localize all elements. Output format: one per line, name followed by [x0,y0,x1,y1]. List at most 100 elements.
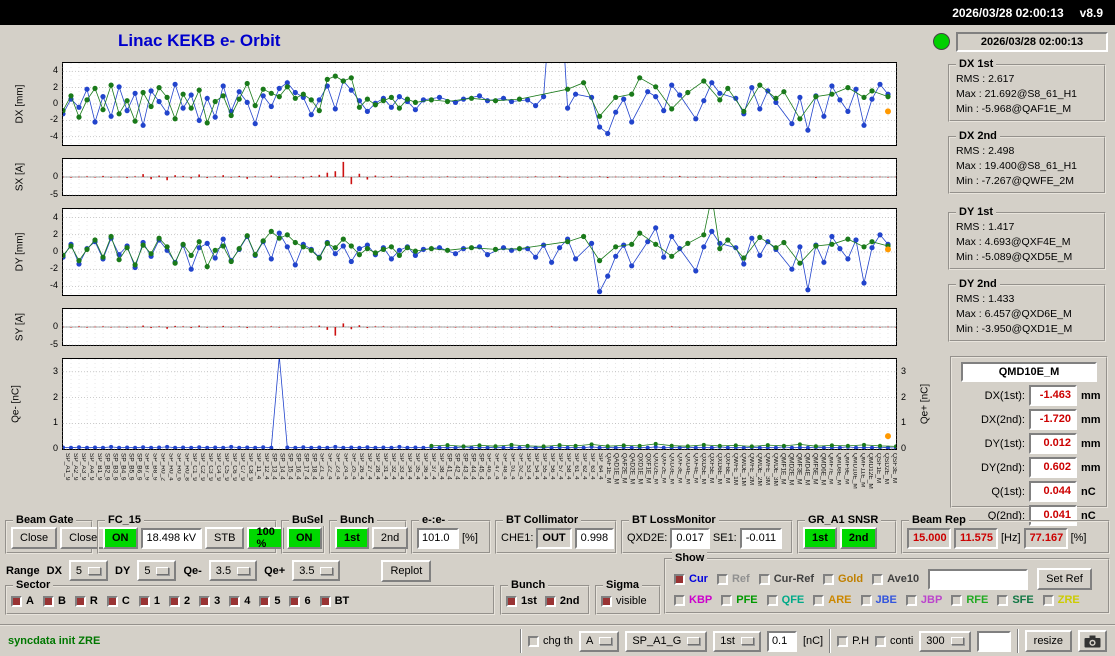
show-cur-ref-checkbox[interactable]: Cur-Ref [759,573,814,585]
bpm-monitor-panel: QMD10E_M DX(1st): -1.463 mm DX(2nd): -1.… [950,356,1108,508]
x-axis-label: QMF1E_M [778,453,786,511]
sector-1-checkbox[interactable]: 1 [139,595,160,607]
qxd2e-value: 0.017 [670,528,710,549]
sector-4-checkbox[interactable]: 4 [229,595,250,607]
range-dx-value: 5 [76,565,82,577]
resize-button[interactable]: resize [1025,630,1072,652]
show-jbp-checkbox[interactable]: JBP [906,594,942,606]
x-axis-label: SP_58_4 [563,453,571,511]
dropdown-indicator-icon [741,637,754,645]
count-select[interactable]: 300 [919,631,970,652]
separator [520,629,522,653]
sector-6-checkbox[interactable]: 6 [289,595,310,607]
checkbox-indicator [717,574,728,585]
x-axis-label: SP_A1_9 [62,453,70,511]
snapshot-camera-button[interactable] [1078,630,1107,652]
show-cur-checkbox[interactable]: Cur [674,573,708,585]
y-tick-label: 0 [901,443,923,454]
bunch-1st-checkbox[interactable]: 1st [506,595,537,607]
fc15-stb-button[interactable]: STB [205,527,244,549]
sector-3-checkbox[interactable]: 3 [199,595,220,607]
show-ref-checkbox[interactable]: Ref [717,573,750,585]
count-input[interactable] [977,631,1011,652]
x-axis-label: QAF1E_M [603,453,611,511]
x-axis-label: SP_44_4 [468,453,476,511]
show-sfe-checkbox[interactable]: SFE [997,594,1033,606]
checkbox-indicator [674,595,685,606]
chg-th-checkbox[interactable]: chg th [528,635,573,647]
checkbox-indicator [107,596,118,607]
checkbox-indicator [951,595,962,606]
gr-snsr-2nd-button[interactable]: 2nd [840,527,878,549]
x-axis-label: SP_A2_9 [70,453,78,511]
checkbox-label: B [58,595,66,607]
se1-value: -0.011 [740,528,782,549]
bunch-select[interactable]: 1st [713,631,761,652]
x-axis-label: SP_B3_9 [110,453,118,511]
show-ave10-checkbox[interactable]: Ave10 [872,573,919,585]
bunch-filter-label: Bunch [508,579,548,591]
x-axis-label: QWDE_2M [754,453,762,511]
ee-ratio-input[interactable] [417,528,459,549]
sector-a-checkbox[interactable]: A [11,595,34,607]
checkbox-label: A [26,595,34,607]
gr-snsr-1st-button[interactable]: 1st [803,527,837,549]
sector-select[interactable]: A [579,631,619,652]
replot-button[interactable]: Replot [381,560,431,582]
show-kbp-checkbox[interactable]: KBP [674,594,712,606]
gr-snsr-group: GR_A1 SNSR 1st 2nd [797,520,897,554]
x-axis-label: SP_34_4 [404,453,412,511]
x-axis-label: SP_45_4 [476,453,484,511]
monitor-row-unit: mm [1081,414,1101,426]
show-gold-checkbox[interactable]: Gold [823,573,863,585]
beam-gate-label: Beam Gate [13,514,76,526]
x-axis-label: QWFE_3M [762,453,770,511]
x-axis-label: QXD4E_M [682,453,690,511]
range-dx-select[interactable]: 5 [69,560,108,581]
beam-gate-close-button-1[interactable]: Close [11,527,57,549]
show-qfe-checkbox[interactable]: QFE [767,594,805,606]
range-qep-select[interactable]: 3.5 [292,560,340,581]
conti-checkbox[interactable]: conti [875,635,913,647]
sector-5-checkbox[interactable]: 5 [259,595,280,607]
sigma-visible-checkbox[interactable]: visible [601,595,647,607]
x-axis-label: SP_25_4 [348,453,356,511]
fc15-label: FC_15 [105,514,144,526]
dx-orbit-plot: 420-2-4 [62,62,897,146]
sector-bt-checkbox[interactable]: BT [320,595,350,607]
checkbox-label: BT [335,595,350,607]
show-zre-checkbox[interactable]: ZRE [1043,594,1080,606]
range-qem-select[interactable]: 3.5 [209,560,257,581]
show-are-checkbox[interactable]: ARE [813,594,851,606]
y-tick-label: 2 [901,392,923,403]
show-pfe-checkbox[interactable]: PFE [721,594,757,606]
ref-name-input[interactable] [928,569,1028,590]
bunch-2nd-button[interactable]: 2nd [372,527,408,549]
threshold-input[interactable] [767,631,797,652]
x-axis-label: QXD2E_M [651,453,659,511]
bpm-select[interactable]: SP_A1_G [625,631,707,652]
x-axis-label: QXD3E_M [666,453,674,511]
sector-r-checkbox[interactable]: R [75,595,98,607]
bunch-1st-button[interactable]: 1st [335,527,369,549]
set-ref-button[interactable]: Set Ref [1037,568,1092,590]
y-tick-label: 0 [36,171,58,182]
monitor-row-label: DX(2nd): [967,414,1025,426]
page-title: Linac KEKB e- Orbit [118,31,280,51]
bunch-2nd-checkbox[interactable]: 2nd [545,595,580,607]
sector-c-checkbox[interactable]: C [107,595,130,607]
sector-b-checkbox[interactable]: B [43,595,66,607]
ph-checkbox[interactable]: P.H [837,635,869,647]
titlebar-version: v8.9 [1080,6,1103,20]
range-dy-select[interactable]: 5 [137,560,176,581]
fc15-on-button[interactable]: ON [103,527,138,549]
show-jbe-checkbox[interactable]: JBE [861,594,897,606]
checkbox-label: JBP [921,594,942,606]
ee-ratio-group: e-:e- [%] [411,520,491,554]
show-rfe-checkbox[interactable]: RFE [951,594,988,606]
stats-dy-2nd: DY 2nd RMS : 1.433 Max : 6.457@QXD6E_M M… [948,284,1106,342]
sector-2-checkbox[interactable]: 2 [169,595,190,607]
checkbox-label: JBE [876,594,897,606]
busel-on-button[interactable]: ON [287,527,322,549]
x-axis-label: QWDE_3M [770,453,778,511]
